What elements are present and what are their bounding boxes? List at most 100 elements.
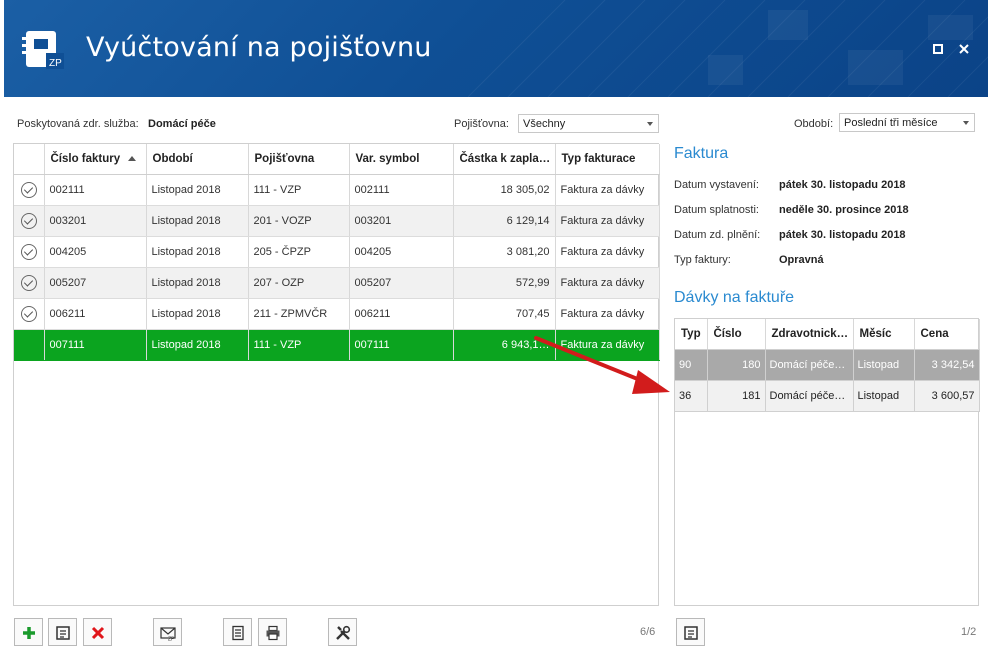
send-zp-button[interactable]: ZP [153, 618, 182, 646]
tools-button[interactable] [328, 618, 357, 646]
cell-cislo: 004205 [44, 236, 147, 268]
service-label: Poskytovaná zdr. služba: [17, 118, 139, 130]
due-date-value: neděle 30. prosince 2018 [779, 204, 909, 216]
cell-mesic: Listopad [853, 349, 915, 381]
batches-title: Dávky na faktuře [674, 289, 795, 306]
period-label: Období: [794, 118, 834, 130]
row-check-cell[interactable] [14, 329, 45, 361]
document-button[interactable] [223, 618, 252, 646]
cell-var-symbol: 006211 [349, 298, 454, 330]
row-check-cell[interactable] [14, 236, 45, 268]
table-row[interactable]: 002111 Listopad 2018 111 - VZP 002111 18… [14, 174, 660, 206]
cell-obdobi: Listopad 2018 [146, 205, 249, 237]
period-select[interactable]: Poslední tři měsíce [839, 113, 975, 132]
insurer-label: Pojišťovna: [454, 118, 509, 130]
batch-edit-button[interactable] [676, 618, 705, 646]
title-bar-pattern [468, 0, 988, 97]
cell-var-symbol: 002111 [349, 174, 454, 206]
cell-pojistovna: 111 - VZP [248, 174, 350, 206]
cell-obdobi: Listopad 2018 [146, 174, 249, 206]
edit-document-icon [56, 626, 70, 640]
cell-zdravotnicke: Domácí péče… [765, 380, 854, 412]
cell-cislo: 002111 [44, 174, 147, 206]
column-header-obdobi[interactable]: Období [146, 144, 249, 175]
column-header-cislo[interactable]: Číslo faktury [44, 144, 147, 175]
column-header-check [14, 144, 45, 175]
invoice-type-label: Typ faktury: [674, 254, 731, 266]
print-button[interactable] [258, 618, 287, 646]
table-row[interactable]: 005207 Listopad 2018 207 - OZP 005207 57… [14, 267, 660, 299]
row-check-cell[interactable] [14, 267, 45, 299]
tax-date-value: pátek 30. listopadu 2018 [779, 229, 906, 241]
insurer-select-value: Všechny [523, 118, 566, 130]
cell-typ: 90 [675, 349, 708, 381]
cell-obdobi: Listopad 2018 [146, 267, 249, 299]
maximize-icon[interactable] [931, 42, 945, 56]
invoice-detail-title: Faktura [674, 145, 729, 162]
checkmark-circle-icon [20, 212, 37, 229]
add-button[interactable] [14, 618, 43, 646]
invoice-type-value: Opravná [779, 254, 824, 266]
batch-edit-icon [684, 626, 698, 640]
column-header-castka[interactable]: Částka k zapla… [453, 144, 556, 175]
checkmark-circle-icon [20, 181, 37, 198]
delete-button[interactable] [83, 618, 112, 646]
table-row[interactable]: 003201 Listopad 2018 201 - VOZP 003201 6… [14, 205, 660, 237]
mail-zp-icon: ZP [160, 627, 176, 641]
cell-obdobi: Listopad 2018 [146, 329, 249, 361]
period-select-value: Poslední tři měsíce [844, 117, 938, 129]
table-row[interactable]: 006211 Listopad 2018 211 - ZPMVČR 006211… [14, 298, 660, 330]
cell-zdravotnicke: Domácí péče… [765, 349, 854, 381]
column-header-typ[interactable]: Typ [675, 319, 708, 350]
batch-counter: 1/2 [961, 626, 977, 638]
cell-cena: 3 342,54 [914, 349, 980, 381]
column-header-typ-fakturace[interactable]: Typ fakturace [555, 144, 660, 175]
cell-mesic: Listopad [853, 380, 915, 412]
cell-cislo: 005207 [44, 267, 147, 299]
cell-pojistovna: 211 - ZPMVČR [248, 298, 350, 330]
column-header-cislo[interactable]: Číslo [707, 319, 766, 350]
cell-typ: Faktura za dávky [555, 205, 660, 237]
checkmark-circle-icon [20, 274, 37, 291]
column-header-var-symbol[interactable]: Var. symbol [349, 144, 454, 175]
window-title: Vyúčtování na pojišťovnu [86, 32, 432, 63]
column-header-pojistovna[interactable]: Pojišťovna [248, 144, 350, 175]
title-bar: ZP Vyúčtování na pojišťovnu [4, 0, 988, 97]
cell-var-symbol: 005207 [349, 267, 454, 299]
row-check-cell[interactable] [14, 298, 45, 330]
table-row[interactable]: 36 181 Domácí péče… Listopad 3 600,57 [675, 380, 980, 412]
cell-cena: 3 600,57 [914, 380, 980, 412]
tools-icon [336, 625, 351, 640]
column-header-cena[interactable]: Cena [914, 319, 980, 350]
print-icon [266, 625, 280, 641]
row-check-cell[interactable] [14, 205, 45, 237]
table-row-selected[interactable]: 90 180 Domácí péče… Listopad 3 342,54 [675, 349, 980, 381]
cell-typ: Faktura za dávky [555, 174, 660, 206]
checkmark-circle-icon [20, 305, 37, 322]
cell-cislo: 181 [707, 380, 766, 412]
annotation-arrow-icon [534, 336, 670, 394]
tax-date-label: Datum zd. plnění: [674, 229, 761, 241]
cell-obdobi: Listopad 2018 [146, 236, 249, 268]
cell-castka: 18 305,02 [453, 174, 556, 206]
column-header-mesic[interactable]: Měsíc [853, 319, 915, 350]
cell-var-symbol: 003201 [349, 205, 454, 237]
row-check-cell[interactable] [14, 174, 45, 206]
edit-button[interactable] [48, 618, 77, 646]
cell-castka: 6 129,14 [453, 205, 556, 237]
insurer-select[interactable]: Všechny [518, 114, 659, 133]
close-icon[interactable] [957, 42, 971, 56]
plus-icon [23, 627, 35, 639]
column-header-zdravotnicke[interactable]: Zdravotnick… [765, 319, 854, 350]
cell-cislo: 003201 [44, 205, 147, 237]
cell-castka: 572,99 [453, 267, 556, 299]
chevron-down-icon [647, 122, 653, 126]
cell-pojistovna: 205 - ČPZP [248, 236, 350, 268]
batches-grid-header: Typ Číslo Zdravotnick… Měsíc Cena [675, 319, 980, 350]
table-row[interactable]: 004205 Listopad 2018 205 - ČPZP 004205 3… [14, 236, 660, 268]
sort-ascending-icon [128, 156, 137, 162]
cell-castka: 707,45 [453, 298, 556, 330]
due-date-label: Datum splatnosti: [674, 204, 759, 216]
invoice-counter: 6/6 [640, 626, 656, 638]
cell-pojistovna: 201 - VOZP [248, 205, 350, 237]
